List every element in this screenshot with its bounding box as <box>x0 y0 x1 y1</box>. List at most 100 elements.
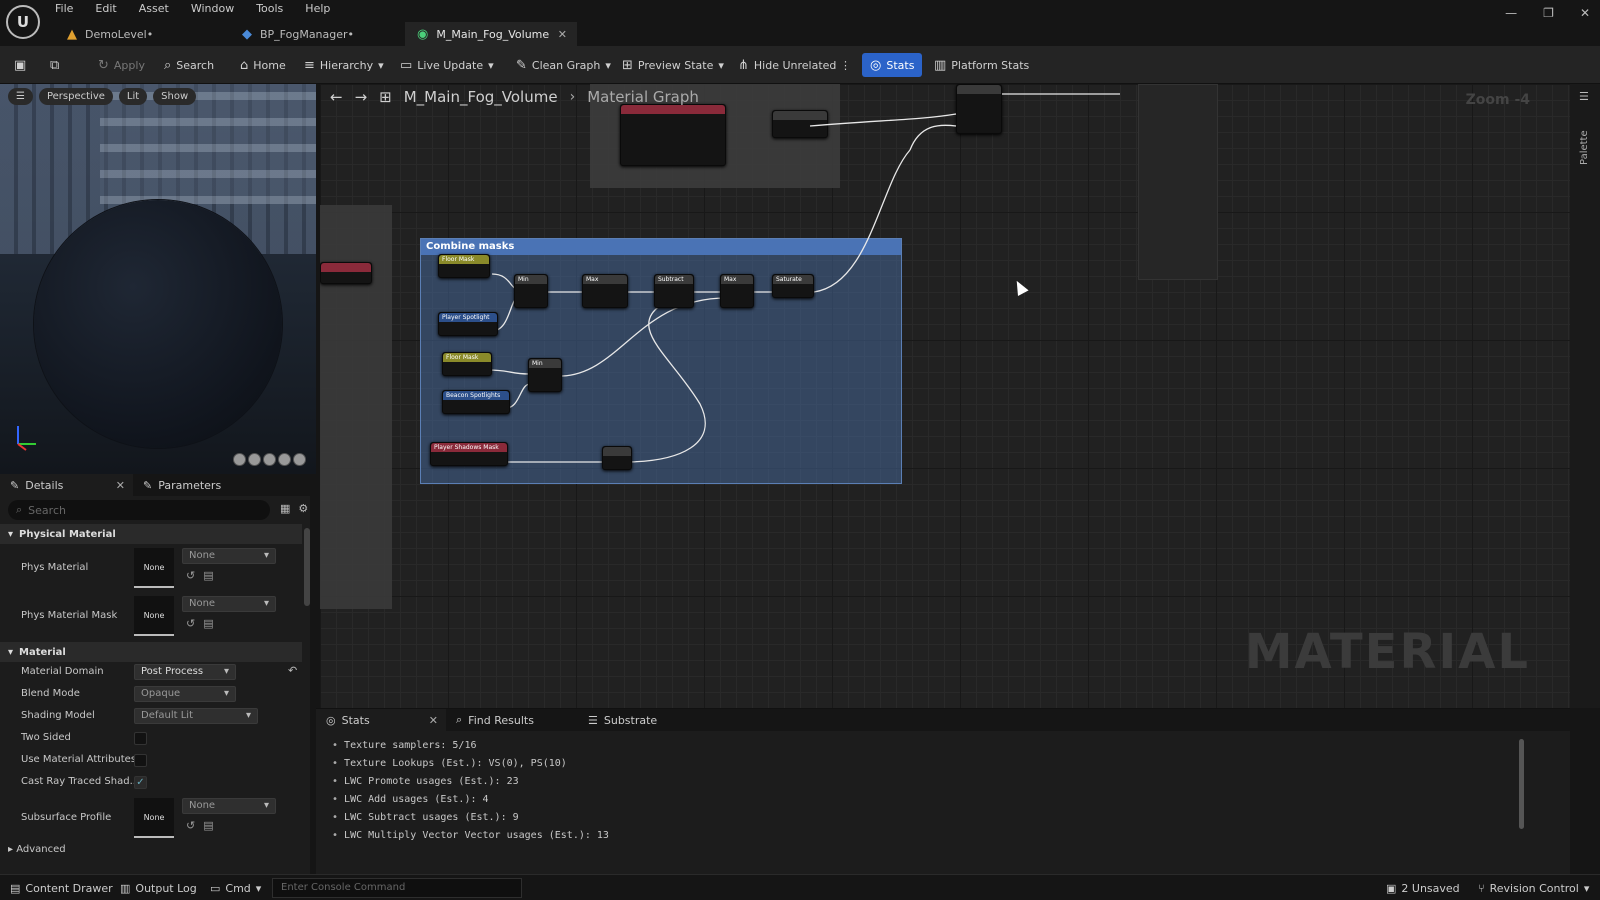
tab-substrate[interactable]: ☰ Substrate <box>578 709 667 731</box>
apply-button[interactable]: ↻ Apply <box>98 46 145 84</box>
browse-icon[interactable]: ▤ <box>203 819 213 832</box>
phys-material-picker[interactable]: None ▾ <box>182 548 276 564</box>
breadcrumb-asset[interactable]: M_Main_Fog_Volume <box>404 88 558 106</box>
preview-sphere-icon[interactable] <box>248 453 261 466</box>
forward-arrow-icon[interactable]: → <box>355 88 368 106</box>
reset-icon[interactable]: ↺ <box>186 617 195 630</box>
search-button[interactable]: ⌕ Search <box>164 46 214 84</box>
reset-icon[interactable]: ↺ <box>186 819 195 832</box>
unsaved-button[interactable]: ▣ 2 Unsaved <box>1386 875 1460 900</box>
menu-asset[interactable]: Asset <box>139 2 169 15</box>
more-options-icon[interactable]: ⋮ <box>840 46 851 84</box>
min-node-1[interactable]: Min <box>514 274 548 308</box>
gear-icon[interactable]: ⚙ <box>298 502 308 515</box>
console-command-input[interactable]: Enter Console Command <box>272 878 522 898</box>
browse-icon[interactable]: ▤ <box>203 617 213 630</box>
live-update-button[interactable]: ▭ Live Update ▾ <box>400 46 494 84</box>
max-node-1[interactable]: Max <box>582 274 628 308</box>
close-icon[interactable]: ✕ <box>558 28 567 41</box>
section-material[interactable]: ▾ Material <box>0 642 302 662</box>
hide-unrelated-button[interactable]: ⋔ Hide Unrelated <box>738 46 836 84</box>
two-sided-checkbox[interactable] <box>134 732 147 745</box>
tab-demolevel[interactable]: ▲ DemoLevel• <box>55 22 230 46</box>
revision-control-button[interactable]: ⑂ Revision Control ▾ <box>1478 875 1589 900</box>
show-button[interactable]: Show <box>153 88 197 105</box>
preview-plane-icon[interactable] <box>263 453 276 466</box>
one-minus-node[interactable] <box>602 446 632 470</box>
breadcrumb-graph[interactable]: Material Graph <box>587 88 699 106</box>
blend-mode-select[interactable]: Opaque ▾ <box>134 686 236 702</box>
max-node-2[interactable]: Max <box>720 274 754 308</box>
tab-stats[interactable]: ◎ Stats ✕ <box>316 709 446 731</box>
floor-mask-node-2[interactable]: Floor Mask <box>442 352 492 376</box>
subsurface-profile-picker[interactable]: None ▾ <box>182 798 276 814</box>
save-button[interactable]: ▣ <box>14 46 26 84</box>
phys-material-thumbnail[interactable]: None <box>134 548 174 588</box>
tab-details[interactable]: ✎ Details ✕ <box>0 474 133 496</box>
close-window-icon[interactable]: ✕ <box>1580 6 1590 20</box>
palette-sidebar[interactable]: ☰ <box>1570 84 1600 708</box>
subtract-node[interactable]: Subtract <box>654 274 694 308</box>
use-material-attributes-checkbox[interactable] <box>134 754 147 767</box>
close-icon[interactable]: ✕ <box>116 479 125 492</box>
restore-icon[interactable]: ❐ <box>1543 6 1554 20</box>
menu-window[interactable]: Window <box>191 2 234 15</box>
home-button[interactable]: ⌂ Home <box>240 46 286 84</box>
reset-icon[interactable]: ↺ <box>186 569 195 582</box>
cast-ray-traced-shadows-checkbox[interactable]: ✓ <box>134 776 147 789</box>
palette-menu-icon[interactable]: ☰ <box>1579 90 1589 103</box>
menu-file[interactable]: File <box>55 2 73 15</box>
menu-edit[interactable]: Edit <box>95 2 116 15</box>
preview-cylinder-icon[interactable] <box>233 453 246 466</box>
floor-mask-node[interactable]: Floor Mask <box>438 254 490 278</box>
table-view-icon[interactable]: ▦ <box>280 502 290 515</box>
tab-find-results[interactable]: ⌕ Find Results <box>446 709 578 731</box>
advanced-expander[interactable]: ▸ Advanced <box>8 844 66 855</box>
preview-mesh-icon[interactable] <box>293 453 306 466</box>
details-scrollbar[interactable] <box>304 528 310 606</box>
preview-cube-icon[interactable] <box>278 453 291 466</box>
player-shadows-mask-node[interactable]: Player Shadows Mask <box>430 442 508 466</box>
platform-stats-button[interactable]: ▥ Platform Stats <box>934 46 1029 84</box>
hierarchy-button[interactable]: ≡ Hierarchy ▾ <box>304 46 384 84</box>
tab-parameters[interactable]: ✎ Parameters <box>133 474 266 496</box>
browse-button[interactable]: ⧉ <box>50 46 59 84</box>
stats-list: Texture samplers: 5/16 Texture Lookups (… <box>332 737 609 845</box>
stats-button[interactable]: ◎ Stats <box>862 53 923 77</box>
stats-scrollbar[interactable] <box>1519 739 1524 829</box>
shading-model-select[interactable]: Default Lit ▾ <box>134 708 258 724</box>
menu-tools[interactable]: Tools <box>256 2 283 15</box>
section-physical-material[interactable]: ▾ Physical Material <box>0 524 302 544</box>
browse-icon[interactable]: ▤ <box>203 569 213 582</box>
preview-state-button[interactable]: ⊞ Preview State ▾ <box>622 46 724 84</box>
material-domain-select[interactable]: Post Process ▾ <box>134 664 236 680</box>
content-drawer-button[interactable]: ▤ Content Drawer <box>10 875 113 900</box>
tab-bp-fogmanager[interactable]: ◆ BP_FogManager• <box>230 22 405 46</box>
subsurface-profile-thumbnail[interactable]: None <box>134 798 174 838</box>
preview-viewport[interactable]: ☰ Perspective Lit Show <box>0 84 316 474</box>
menu-help[interactable]: Help <box>305 2 330 15</box>
minimize-icon[interactable]: — <box>1505 6 1517 20</box>
graph-hierarchy-icon[interactable]: ⊞ <box>379 88 392 106</box>
lit-button[interactable]: Lit <box>118 88 148 105</box>
unreal-logo-icon[interactable]: U <box>6 5 40 39</box>
palette-tab[interactable]: Palette <box>1579 130 1590 165</box>
clean-graph-button[interactable]: ✎ Clean Graph ▾ <box>516 46 611 84</box>
viewport-menu-icon[interactable]: ☰ <box>8 88 33 105</box>
chevron-right-icon: ▸ <box>8 844 17 855</box>
reset-to-default-icon[interactable]: ↶ <box>288 664 297 677</box>
perspective-button[interactable]: Perspective <box>38 88 113 105</box>
player-spotlight-node[interactable]: Player Spotlight <box>438 312 498 336</box>
min-node-2[interactable]: Min <box>528 358 562 392</box>
material-graph-canvas[interactable]: Combine masks Floor Mask Player Spotligh… <box>320 84 1570 708</box>
cmd-select[interactable]: ▭ Cmd ▾ <box>210 875 261 900</box>
phys-material-mask-thumbnail[interactable]: None <box>134 596 174 636</box>
saturate-node[interactable]: Saturate <box>772 274 814 298</box>
beacon-spotlights-node[interactable]: Beacon Spotlights <box>442 390 510 414</box>
output-log-button[interactable]: ▥ Output Log <box>120 875 197 900</box>
close-icon[interactable]: ✕ <box>429 714 438 727</box>
back-arrow-icon[interactable]: ← <box>330 88 343 106</box>
details-search-input[interactable]: ⌕ Search <box>8 500 270 520</box>
phys-material-mask-picker[interactable]: None ▾ <box>182 596 276 612</box>
tab-m-main-fog-volume[interactable]: ◉ M_Main_Fog_Volume ✕ <box>405 22 577 46</box>
